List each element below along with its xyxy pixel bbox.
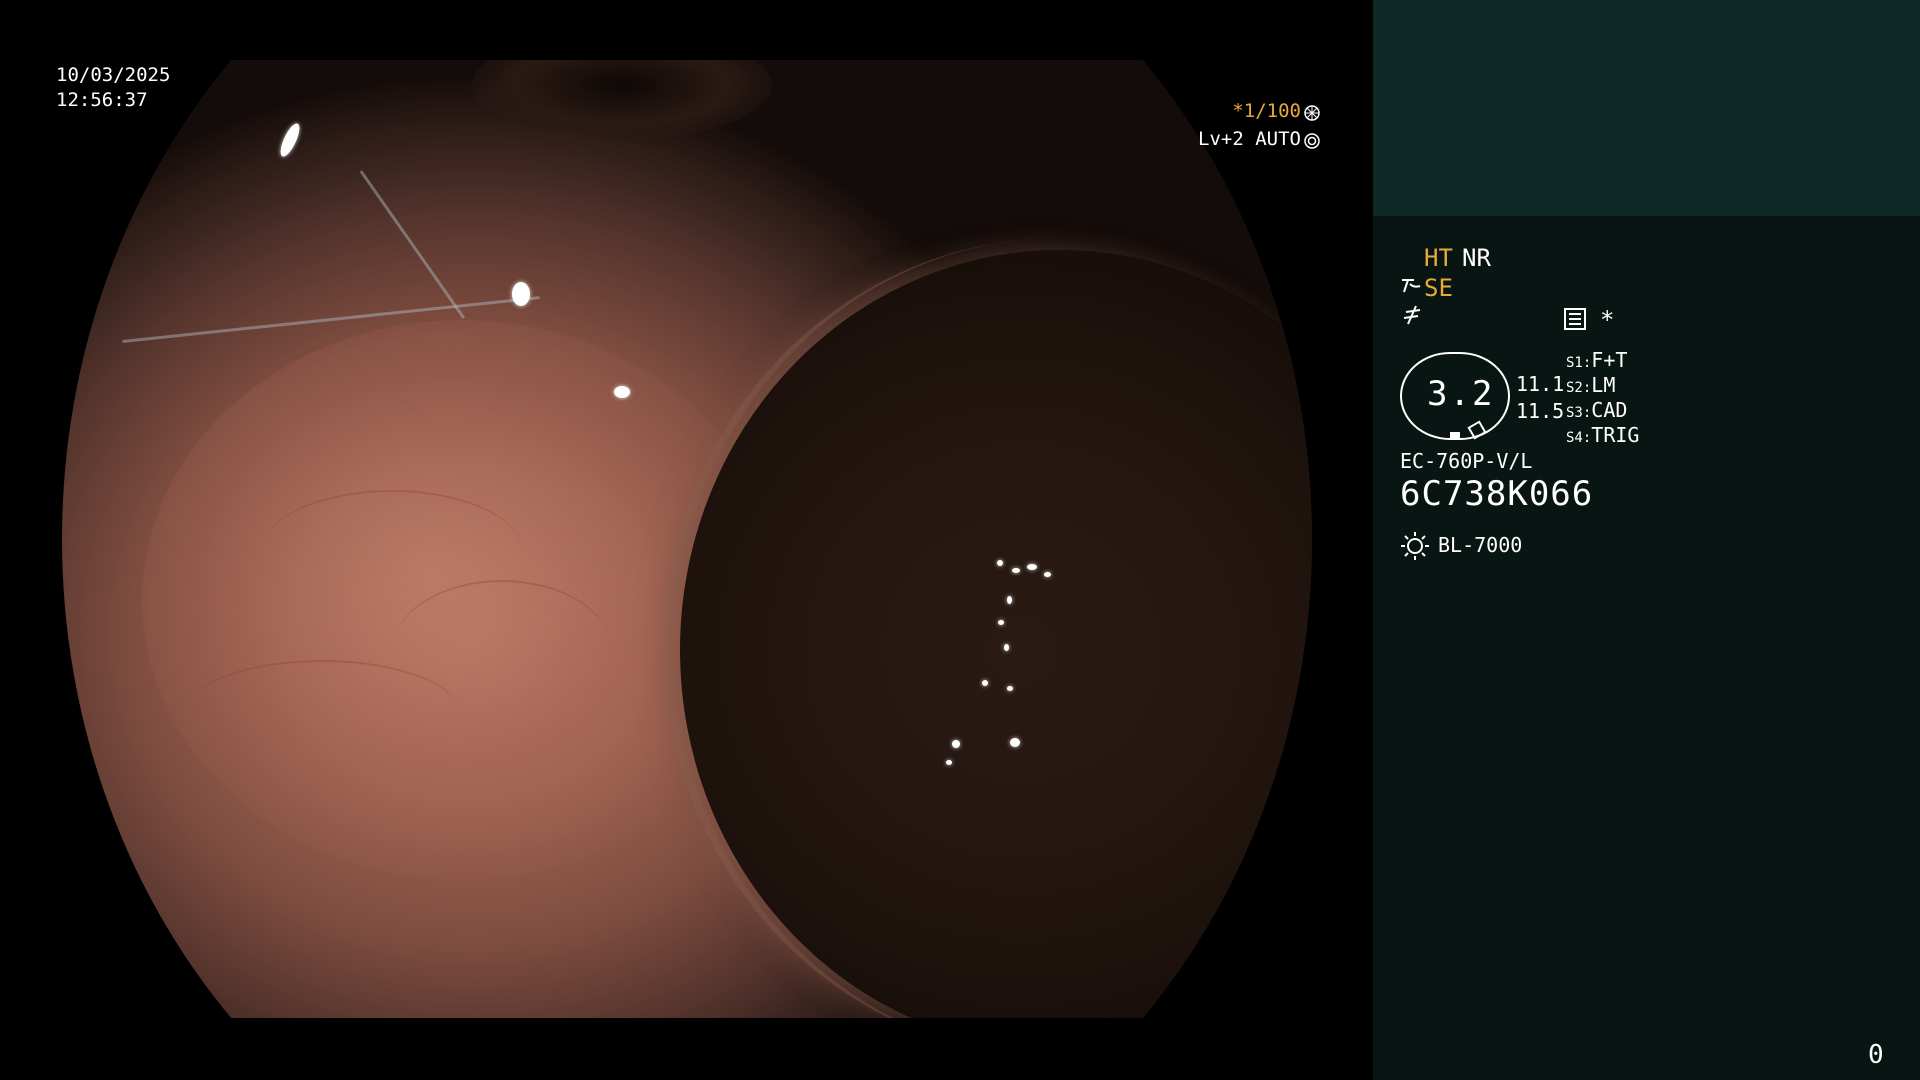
endoscopic-image [62,60,1312,1018]
switch-key: S4: [1566,430,1592,446]
switch-value: CAD [1591,398,1628,422]
zoom-value: 3.2 [1427,374,1495,414]
specular-highlight [952,740,960,748]
scope-model: EC-760P-V/L [1400,449,1533,473]
exam-time: 12:56:37 [56,89,148,111]
specular-highlight [512,282,530,306]
specular-highlight [1007,686,1013,691]
fold-shadow [472,60,772,140]
info-panel-header [1373,0,1920,216]
iris-icon [1304,131,1320,149]
specular-highlight [998,620,1004,625]
switch-key: S1: [1566,355,1592,371]
endoscope-screen: 10/03/2025 12:56:37 *1/100 Lv+2 AUTO HT … [0,0,1920,1080]
switch-4: S4:TRIG [1566,423,1639,447]
light-source-model: BL-7000 [1438,533,1523,557]
switch-2: S2:LM [1566,373,1615,397]
sun-icon [1400,531,1430,561]
info-panel [1373,216,1920,1080]
shutter-speed-value: *1/100 [1232,100,1301,122]
specular-highlight [997,560,1003,566]
ht-indicator: HT [1424,244,1453,272]
specular-highlight [1007,596,1012,604]
frame-counter: 0 [1868,1040,1884,1070]
value-2: 11.5 [1516,399,1565,423]
specular-highlight [1027,564,1037,570]
specular-highlight [1010,738,1020,747]
nr-indicator: NR [1462,244,1491,272]
flash-icon [1402,304,1422,332]
iris-mode-value: Lv+2 AUTO [1198,128,1301,150]
specular-highlight [1004,644,1009,651]
switch-value: F+T [1591,348,1628,372]
asterisk-indicator: * [1600,306,1615,334]
shutter-speed: *1/100 [1232,99,1320,123]
switch-1: S1:F+T [1566,348,1627,372]
scope-serial: 6C738K066 [1400,474,1594,514]
structure-icon [1400,276,1422,302]
specular-highlight [982,680,988,686]
zoom-marker-icon [1450,432,1460,439]
vessel [182,660,462,772]
switch-key: S2: [1566,380,1592,396]
switch-value: LM [1591,373,1616,397]
switch-key: S3: [1566,405,1592,421]
specular-highlight [1044,572,1051,577]
exam-date: 10/03/2025 [56,64,171,86]
shutter-icon [1304,103,1320,121]
specular-highlight [1012,568,1020,573]
specular-highlight [946,760,952,765]
mucus-strand [359,170,466,320]
menu-list-icon [1564,308,1586,334]
iris-mode: Lv+2 AUTO [1198,127,1320,151]
se-indicator: SE [1424,274,1453,302]
switch-3: S3:CAD [1566,398,1627,422]
switch-value: TRIG [1591,423,1640,447]
value-1: 11.1 [1516,372,1565,396]
specular-highlight [614,386,630,398]
specular-highlight [276,121,304,159]
